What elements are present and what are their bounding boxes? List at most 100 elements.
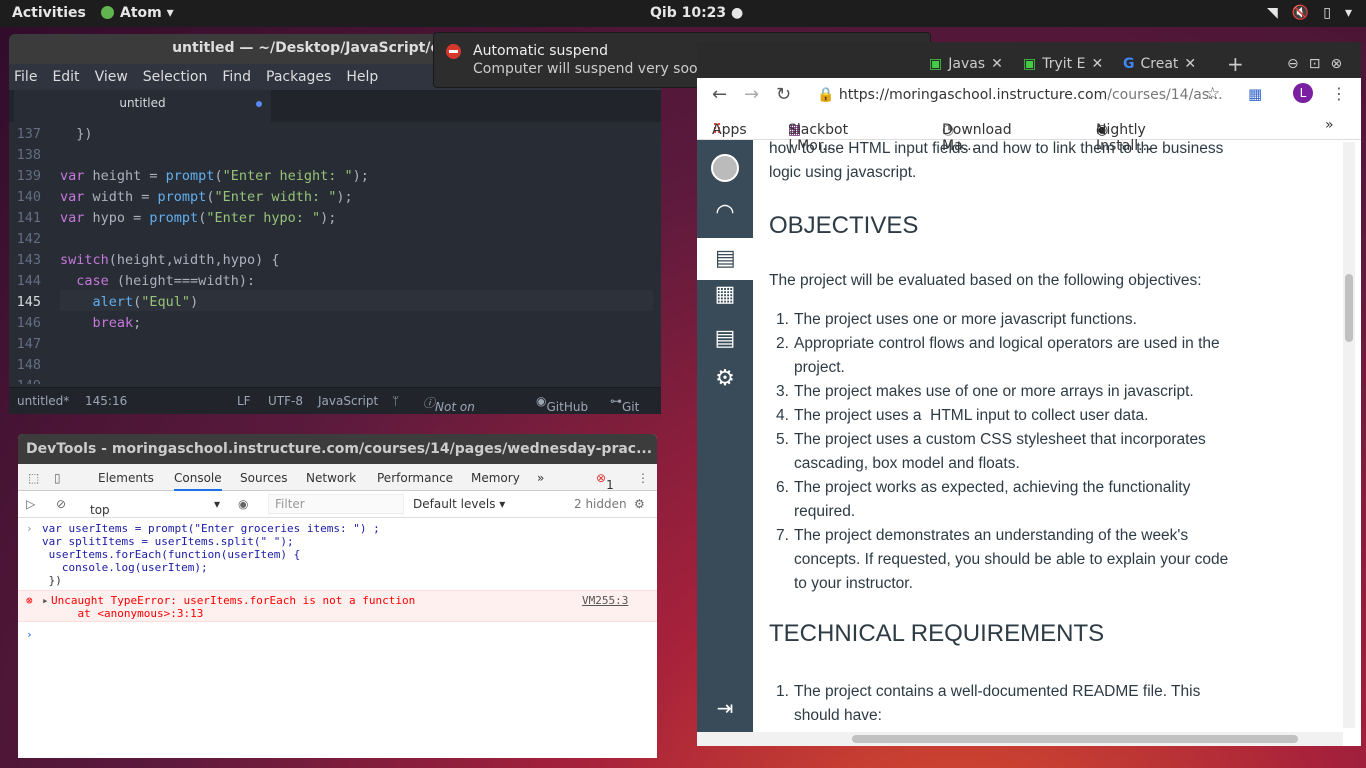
back-icon[interactable]: ← bbox=[712, 84, 727, 105]
tab-tryit[interactable]: ▣ Tryit E ✕ bbox=[1023, 49, 1103, 78]
close-icon[interactable]: ✕ bbox=[991, 56, 1003, 72]
url-field[interactable]: 🔒 https://moringaschool.instructure.com/… bbox=[817, 87, 1223, 103]
tab-performance[interactable]: Performance bbox=[377, 471, 453, 485]
maximize-icon[interactable]: ⊡ bbox=[1309, 56, 1321, 72]
minimize-icon[interactable]: ⊖ bbox=[1287, 56, 1299, 72]
chevron-down-icon: ▾ bbox=[213, 497, 220, 511]
menu-find[interactable]: Find bbox=[222, 64, 251, 90]
close-icon[interactable]: ✕ bbox=[1184, 56, 1196, 72]
levels-select[interactable]: Default levels ▾ bbox=[413, 497, 505, 511]
menu-view[interactable]: View bbox=[95, 64, 128, 90]
clock[interactable]: Qib 10:23 ● bbox=[650, 5, 743, 21]
calendar-icon[interactable]: ▦ bbox=[711, 282, 739, 310]
gear-icon[interactable]: ⚙ bbox=[634, 497, 645, 511]
code-line: switch(height,width,hypo) { bbox=[60, 252, 280, 268]
item-number: 1. bbox=[776, 683, 789, 700]
console-prompt[interactable]: › bbox=[26, 628, 33, 641]
menu-packages[interactable]: Packages bbox=[266, 64, 331, 90]
status-github[interactable]: ◉ GitHub bbox=[536, 394, 588, 414]
close-icon[interactable]: ✕ bbox=[1091, 56, 1103, 72]
new-tab-button[interactable]: + bbox=[1227, 49, 1244, 78]
line-number: 137 bbox=[16, 126, 41, 142]
dashboard-icon[interactable]: ◠ bbox=[711, 200, 739, 228]
inspect-icon[interactable]: ⬚ bbox=[28, 471, 39, 485]
gear-icon[interactable]: ⚙ bbox=[711, 366, 739, 394]
star-icon[interactable]: ☆ bbox=[1205, 84, 1220, 104]
devtools-title-text: DevTools - moringaschool.instructure.com… bbox=[26, 441, 653, 457]
tab-create[interactable]: G Creat ✕ bbox=[1123, 49, 1196, 78]
tab-sources[interactable]: Sources bbox=[240, 471, 287, 485]
error-stack: at <anonymous>:3:13 bbox=[51, 607, 204, 620]
status-cursor-position[interactable]: 145:16 bbox=[85, 394, 127, 408]
console-toolbar: ▷ ⊘ top ▾ ◉ Filter Default levels ▾ 2 hid… bbox=[18, 491, 657, 518]
tab-javascript[interactable]: ▣ Javas ✕ bbox=[929, 49, 1003, 78]
chrome-window: ▣ Javas ✕ ▣ Tryit E ✕ G Creat ✕ + ⊖ ⊡ ⊗ ← → ↻ 🔒 … bbox=[697, 42, 1361, 746]
tab-console[interactable]: Console bbox=[174, 464, 222, 491]
error-source-link[interactable]: VM255:3 bbox=[582, 594, 628, 607]
device-toggle-icon[interactable]: ▯ bbox=[54, 471, 61, 485]
devtools-window: DevTools - moringaschool.instructure.com… bbox=[18, 434, 657, 758]
item-text: The project works as expected, achieving… bbox=[794, 479, 1191, 496]
menu-edit[interactable]: Edit bbox=[52, 64, 79, 90]
menu-selection[interactable]: Selection bbox=[143, 64, 208, 90]
forward-icon[interactable]: → bbox=[744, 84, 759, 105]
kebab-menu-icon[interactable]: ⋮ bbox=[1331, 84, 1347, 103]
line-number: 139 bbox=[16, 168, 41, 184]
vertical-scrollbar[interactable] bbox=[1343, 142, 1355, 728]
status-line-ending[interactable]: LF bbox=[237, 394, 251, 408]
context-value: top bbox=[90, 503, 110, 517]
line-number: 143 bbox=[16, 252, 41, 268]
error-message: Uncaught TypeError: userItems.forEach is… bbox=[51, 594, 416, 607]
activities-button[interactable]: Activities bbox=[12, 5, 86, 21]
horizontal-scrollbar[interactable] bbox=[697, 732, 1343, 746]
courses-icon-active[interactable]: ▤ bbox=[697, 238, 753, 280]
modified-indicator bbox=[256, 101, 262, 107]
clear-console-icon[interactable]: ⊘ bbox=[56, 497, 66, 511]
heading-objectives: OBJECTIVES bbox=[769, 212, 919, 239]
scrollbar-thumb[interactable] bbox=[1345, 274, 1353, 342]
scrollbar-thumb[interactable] bbox=[852, 735, 1298, 743]
error-icon: ⊗ bbox=[26, 594, 33, 607]
tab-untitled[interactable]: untitled bbox=[14, 90, 271, 122]
status-file[interactable]: untitled* bbox=[17, 394, 69, 408]
window-controls: ⊖ ⊡ ⊗ bbox=[1287, 49, 1342, 78]
status-encoding[interactable]: UTF-8 bbox=[268, 394, 303, 408]
avatar[interactable] bbox=[711, 154, 739, 182]
close-icon[interactable]: ⊗ bbox=[1330, 56, 1342, 72]
tab-memory[interactable]: Memory bbox=[471, 471, 520, 485]
expand-triangle-icon[interactable]: ▸ bbox=[42, 594, 49, 607]
kebab-menu-icon[interactable]: ⋮ bbox=[637, 471, 649, 485]
github-text: GitHub bbox=[546, 400, 589, 414]
hidden-count: 2 hidden bbox=[574, 497, 627, 511]
profile-avatar[interactable]: L bbox=[1293, 83, 1313, 103]
item-text: The project makes use of one or more arr… bbox=[794, 383, 1194, 400]
line-number: 145 bbox=[16, 294, 41, 310]
editor[interactable]: 137 }) 138 139 var height = prompt("Ente… bbox=[9, 122, 661, 384]
more-tabs-icon[interactable]: » bbox=[537, 471, 544, 485]
sidebar-toggle-icon[interactable]: ▷ bbox=[26, 497, 35, 511]
code-line: }) bbox=[60, 126, 93, 142]
system-tray[interactable]: ◥ 🔇 ▯ ▾ bbox=[1267, 5, 1352, 21]
list-item: 5. The project uses a custom CSS styleshe… bbox=[776, 428, 1244, 476]
filter-input[interactable]: Filter bbox=[268, 494, 404, 514]
reload-icon[interactable]: ↻ bbox=[776, 84, 791, 105]
atom-icon bbox=[101, 6, 114, 19]
status-grammar[interactable]: JavaScript bbox=[318, 394, 378, 408]
menu-file[interactable]: File bbox=[14, 64, 37, 90]
eye-icon[interactable]: ◉ bbox=[238, 497, 248, 511]
status-git[interactable]: ⊶ Git (2) bbox=[610, 394, 639, 414]
menu-help[interactable]: Help bbox=[346, 64, 378, 90]
chevron-down-icon: ▾ bbox=[1344, 5, 1352, 21]
tab-elements[interactable]: Elements bbox=[98, 471, 154, 485]
app-menu[interactable]: Atom ▾ bbox=[101, 5, 174, 21]
error-count-icon[interactable]: ⊗ 1 bbox=[596, 471, 614, 492]
tab-network[interactable]: Network bbox=[306, 471, 356, 485]
line-number: 147 bbox=[16, 336, 41, 352]
inbox-icon[interactable]: ▤ bbox=[711, 326, 739, 354]
extension-icon[interactable]: ▦ bbox=[1248, 85, 1262, 103]
more-bookmarks-icon[interactable]: » bbox=[1325, 117, 1334, 133]
collapse-icon[interactable]: ⇥ bbox=[711, 696, 739, 724]
console-error[interactable]: ⊗ ▸ Uncaught TypeError: userItems.forEac… bbox=[18, 590, 657, 622]
status-branch[interactable]: ⓘ Not on branch bbox=[423, 394, 475, 414]
top-bar: Activities Atom ▾ Qib 10:23 ● ◥ 🔇 ▯ ▾ bbox=[0, 0, 1366, 27]
